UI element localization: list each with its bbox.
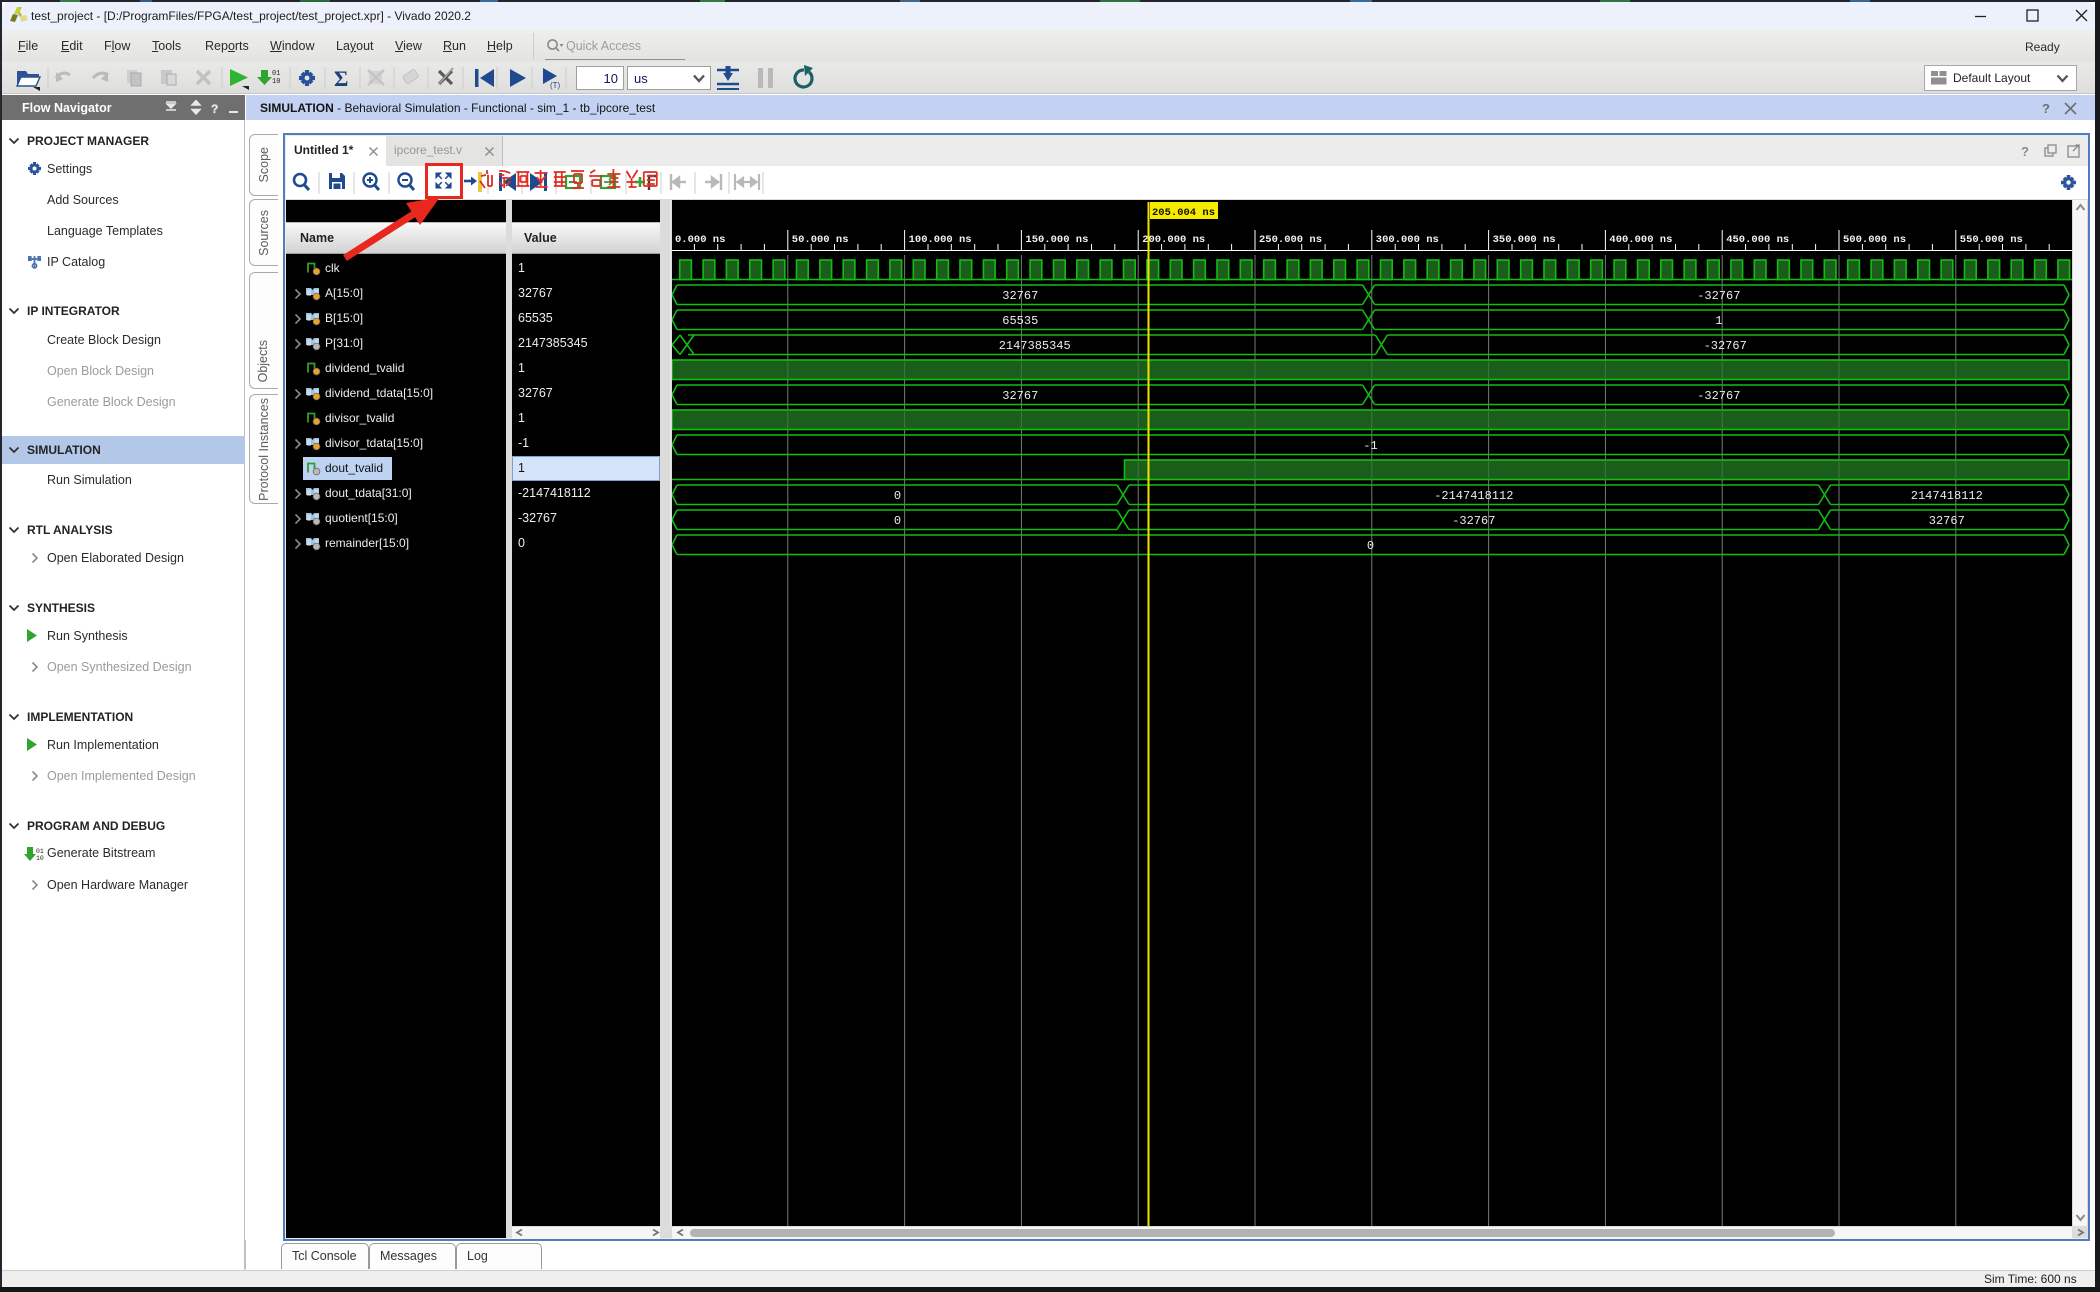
svg-text:01: 01 — [272, 70, 280, 78]
svg-text:200.000 ns: 200.000 ns — [1142, 234, 1205, 246]
svg-text:50.000 ns: 50.000 ns — [792, 234, 849, 246]
svg-text:Σ: Σ — [334, 66, 348, 91]
svg-text:0: 0 — [894, 489, 901, 503]
svg-text:1: 1 — [1715, 314, 1722, 328]
svg-text:0.000 ns: 0.000 ns — [675, 234, 725, 246]
svg-text:205.004 ns: 205.004 ns — [1152, 207, 1215, 219]
svg-text:?: ? — [2021, 144, 2029, 158]
svg-text:0: 0 — [894, 514, 901, 528]
svg-text:400.000 ns: 400.000 ns — [1609, 234, 1672, 246]
svg-text:-32767: -32767 — [1697, 289, 1740, 303]
svg-text:32767: 32767 — [1929, 514, 1965, 528]
svg-text:450.000 ns: 450.000 ns — [1726, 234, 1789, 246]
svg-text:-32767: -32767 — [1697, 389, 1740, 403]
svg-text:100.000 ns: 100.000 ns — [909, 234, 972, 246]
svg-text:(T): (T) — [550, 81, 561, 90]
svg-text:2147418112: 2147418112 — [1911, 489, 1983, 503]
svg-text:32767: 32767 — [1002, 389, 1038, 403]
svg-text:65535: 65535 — [1002, 314, 1038, 328]
svg-text:-2147418112: -2147418112 — [1434, 489, 1513, 503]
svg-text:350.000 ns: 350.000 ns — [1493, 234, 1556, 246]
svg-text:-32767: -32767 — [1452, 514, 1495, 528]
svg-text:250.000 ns: 250.000 ns — [1259, 234, 1322, 246]
svg-text:150.000 ns: 150.000 ns — [1025, 234, 1088, 246]
svg-text:10: 10 — [272, 78, 280, 86]
svg-text:?: ? — [211, 102, 218, 115]
svg-text:2147385345: 2147385345 — [999, 339, 1071, 353]
svg-text:550.000 ns: 550.000 ns — [1960, 234, 2023, 246]
svg-text:500.000 ns: 500.000 ns — [1843, 234, 1906, 246]
svg-text:-32767: -32767 — [1704, 339, 1747, 353]
svg-text:01: 01 — [36, 848, 44, 855]
svg-text:0: 0 — [1367, 539, 1374, 553]
svg-text:?: ? — [2042, 101, 2050, 116]
svg-text:-1: -1 — [1363, 439, 1377, 453]
svg-text:300.000 ns: 300.000 ns — [1376, 234, 1439, 246]
svg-text:32767: 32767 — [1002, 289, 1038, 303]
svg-text:10: 10 — [36, 855, 44, 862]
